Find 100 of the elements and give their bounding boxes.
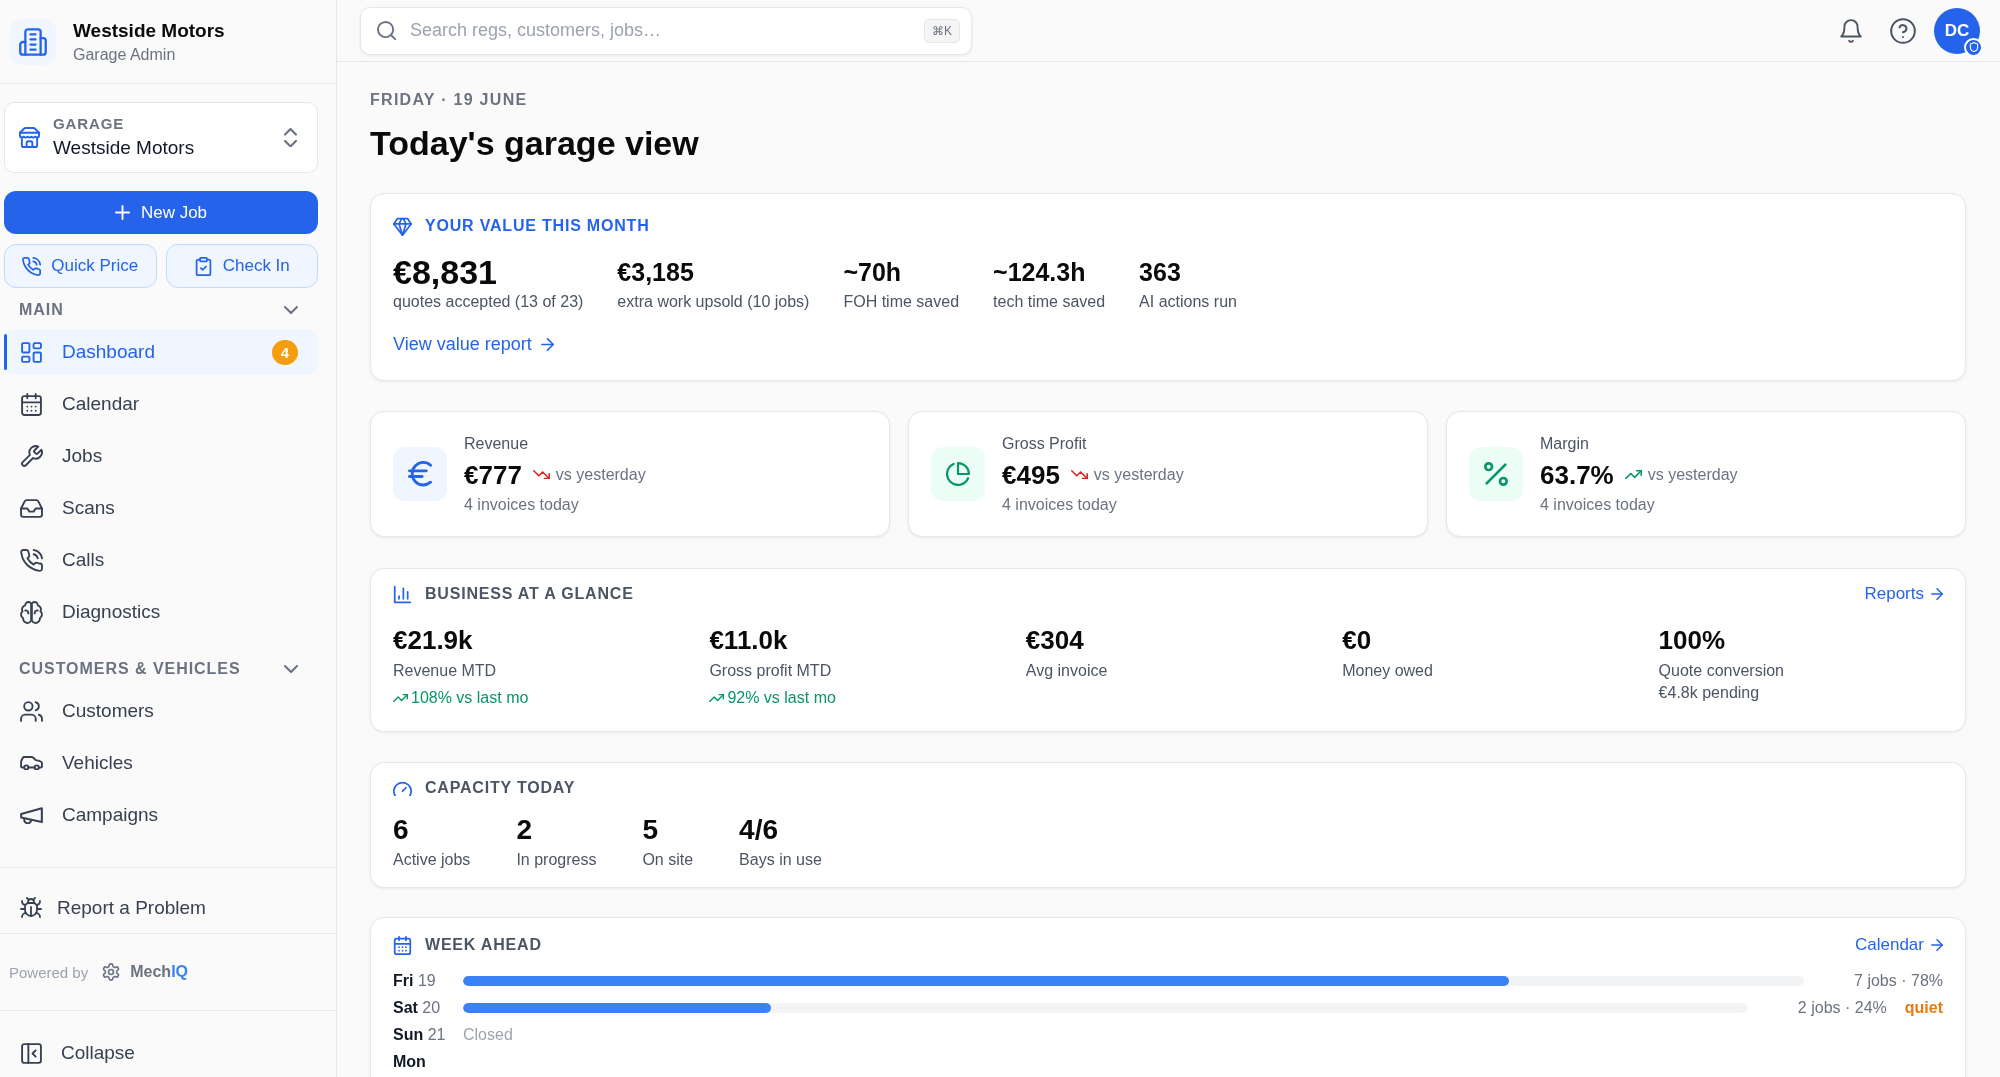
day-note: quiet (1904, 998, 1943, 1017)
metric-label: Active jobs (393, 850, 471, 870)
brain-icon (20, 600, 43, 624)
comparison-label: vs yesterday (555, 465, 646, 484)
powered-by-label: Powered by (9, 963, 89, 981)
garage-selector[interactable]: GARAGE Westside Motors (4, 102, 318, 173)
metric-value: 4/6 (739, 813, 780, 847)
new-job-button[interactable]: New Job (4, 191, 318, 234)
diamond-icon (393, 216, 412, 236)
building-icon (10, 18, 56, 65)
nav-item[interactable]: Calls (4, 537, 318, 583)
pie-chart-icon (931, 447, 985, 501)
change-label: 92% vs last mo (727, 688, 836, 708)
day-summary: 2 jobs · 24% (1797, 998, 1887, 1017)
kpi-label: Margin (1540, 433, 1590, 454)
collapse-button[interactable]: Collapse (0, 1010, 336, 1077)
metric-label: In progress (516, 850, 597, 870)
kpi-value: 63.7% (1540, 458, 1614, 491)
store-icon (19, 127, 40, 148)
nav-item[interactable]: Calendar (4, 381, 318, 427)
metric-label: Revenue MTD (393, 661, 497, 681)
chevrons-icon (284, 127, 297, 148)
calendar-link[interactable]: Calendar (1855, 935, 1943, 955)
gauge-icon (393, 779, 412, 797)
euro-icon (393, 447, 447, 501)
section-header[interactable]: CUSTOMERS & VEHICLES (4, 653, 318, 685)
calendar-icon (20, 392, 43, 416)
nav-item[interactable]: Scans (4, 485, 318, 531)
metric-note: €4.8k pending (1658, 683, 1760, 703)
change-label: 108% vs last mo (411, 688, 529, 708)
metric-value: €21.9k (393, 624, 473, 656)
arrow-right-icon (1931, 939, 1943, 951)
users-icon (20, 699, 43, 723)
count-badge: 4 (272, 339, 298, 365)
card-title: CAPACITY TODAY (425, 778, 576, 798)
clipboard-check-icon (193, 256, 213, 276)
megaphone-icon (20, 805, 43, 825)
metric-label: Bays in use (739, 850, 822, 870)
metric-value: ~124.3h (993, 257, 1087, 288)
nav-item[interactable]: Campaigns (4, 792, 318, 838)
quick-action-button[interactable]: Check In (165, 244, 318, 288)
bell-icon[interactable] (1839, 18, 1863, 43)
quick-action-button[interactable]: Quick Price (4, 244, 157, 288)
plus-icon (114, 205, 130, 220)
nav-item[interactable]: Customers (4, 688, 318, 734)
metric-value: €0 (1342, 624, 1372, 656)
kpi-note: 4 invoices today (1002, 494, 1118, 515)
bar-chart-icon (393, 584, 412, 604)
metric-label: Quote conversion (1658, 661, 1784, 681)
calendar-icon (393, 935, 412, 955)
kpi-label: Gross Profit (1002, 433, 1088, 454)
kpi-note: 4 invoices today (1540, 494, 1656, 515)
card-title: BUSINESS AT A GLANCE (425, 584, 634, 604)
metric-value: 2 (516, 813, 533, 847)
kpi-label: Revenue (464, 433, 530, 454)
gear-icon (102, 963, 121, 981)
metric-label: Gross profit MTD (709, 661, 832, 681)
nav-item[interactable]: Diagnostics (4, 589, 318, 635)
percent-icon (1469, 447, 1523, 501)
comparison-label: vs yesterday (1647, 465, 1738, 484)
day-label: Sun 21 (393, 1025, 447, 1044)
metric-value: 6 (393, 813, 410, 847)
user-role: Garage Admin (73, 44, 177, 65)
user-avatar[interactable]: DC (1934, 7, 1980, 54)
metric-value: 5 (642, 813, 659, 847)
collapse-panel-icon (20, 1041, 43, 1065)
day-status: Closed (463, 1025, 513, 1044)
metric-label: extra work upsold (10 jobs) (617, 292, 810, 312)
card-title: YOUR VALUE THIS MONTH (425, 216, 650, 236)
metric-label: FOH time saved (843, 292, 960, 312)
metric-label: tech time saved (993, 292, 1106, 312)
day-label: Fri 19 (393, 971, 437, 990)
metric-label: Avg invoice (1025, 661, 1108, 681)
reports-link[interactable]: Reports (1864, 584, 1943, 604)
page-date: FRIDAY · 19 JUNE (370, 90, 529, 110)
kpi-value: €777 (464, 458, 522, 491)
phone-icon (22, 256, 42, 276)
arrow-right-icon (540, 337, 554, 351)
card-title: WEEK AHEAD (425, 935, 542, 955)
day-label: Mon (393, 1052, 427, 1071)
metric-value: ~70h (843, 257, 903, 288)
report-problem-link[interactable]: Report a Problem (0, 867, 336, 933)
help-icon[interactable] (1890, 17, 1916, 44)
metric-label: AI actions run (1139, 292, 1237, 312)
page-title: Today's garage view (370, 123, 700, 163)
nav-item[interactable]: Jobs (4, 433, 318, 479)
garage-name: Westside Motors (73, 18, 225, 43)
wrench-icon (20, 444, 43, 468)
kpi-value: €495 (1002, 458, 1060, 491)
dashboard-icon (20, 340, 43, 364)
metric-value: €304 (1025, 624, 1084, 656)
nav-item[interactable]: Vehicles (4, 740, 318, 786)
phone-icon (20, 548, 43, 572)
section-header[interactable]: MAIN (4, 294, 318, 326)
value-report-link[interactable]: View value report (393, 334, 554, 354)
nav-item[interactable]: Dashboard 4 (4, 329, 318, 375)
metric-value: €11.0k (709, 624, 788, 656)
brand-wordmark: MechIQ (130, 963, 188, 981)
metric-value: €3,185 (617, 257, 695, 288)
search-icon (377, 20, 396, 40)
